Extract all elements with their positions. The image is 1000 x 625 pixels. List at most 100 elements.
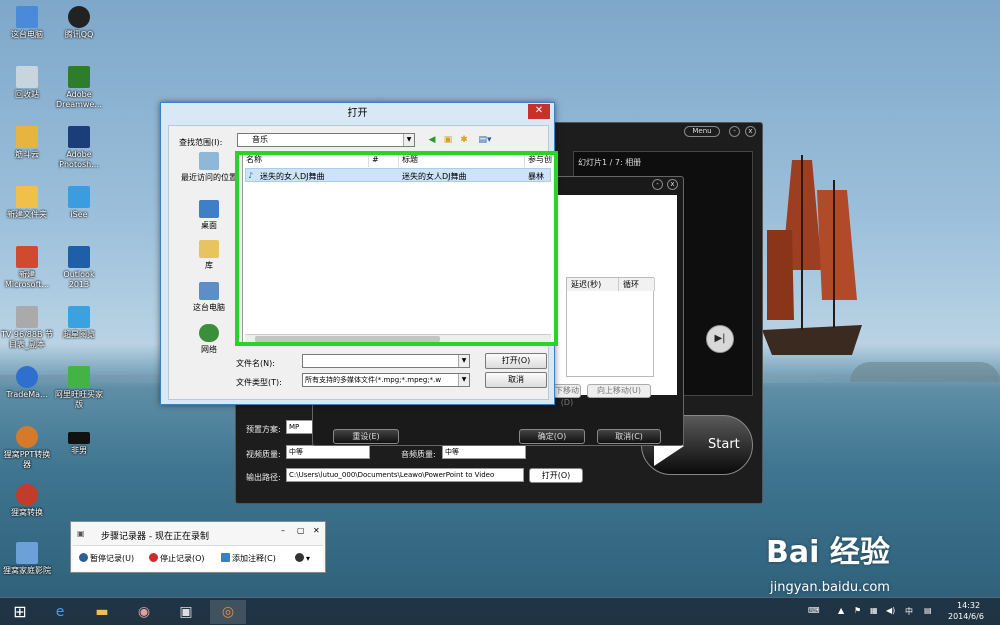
chevron-down-icon: ▼ — [458, 355, 469, 367]
help-button[interactable]: ▾ — [295, 553, 310, 563]
powerpoint-file-icon — [16, 246, 38, 268]
desktop-icon-isee[interactable]: iSee — [52, 186, 106, 220]
image-file-icon — [16, 306, 38, 328]
place-this-pc[interactable]: 这台电脑 — [177, 282, 241, 313]
output-path-field[interactable]: C:\Users\lutuo_000\Documents\Leawo\Power… — [286, 468, 524, 482]
clock-time[interactable]: 14:32 — [957, 601, 980, 610]
open-button[interactable]: 打开(O) — [485, 353, 547, 369]
volume-icon[interactable]: ◀) — [886, 606, 895, 615]
cancel-button[interactable]: 取消 — [485, 372, 547, 388]
desktop-icon-qq[interactable]: 腾讯QQ — [52, 6, 106, 40]
windows-start-icon[interactable]: ⊞ — [2, 600, 38, 624]
audio-quality-select[interactable]: 中等 — [442, 445, 526, 459]
liwo-icon — [16, 426, 38, 448]
place-network[interactable]: 网络 — [177, 324, 241, 355]
reset-button[interactable]: 重设(E) — [333, 429, 399, 444]
chevron-down-icon: ▼ — [403, 134, 414, 146]
desktop-icon-dreamweaver[interactable]: Adobe Dreamwe... — [52, 66, 106, 110]
cancel-button[interactable]: 取消(C) — [597, 429, 661, 444]
paint-icon[interactable]: ◉ — [126, 600, 162, 624]
desktop-icon-chaoxing[interactable]: 超星阅览 — [52, 306, 106, 340]
chaoxing-icon — [68, 306, 90, 328]
video-quality-select[interactable]: 中等 — [286, 445, 370, 459]
dialog-body: 查找范围(I): 音乐 ▼ ◀ ▣ ✱ ▤▾ 最近访问的位置 桌面 库 这台电脑… — [168, 125, 558, 400]
desktop-icon-trademanager[interactable]: TradeMa... — [0, 366, 54, 400]
new-folder-icon[interactable]: ✱ — [457, 134, 471, 146]
view-menu-icon[interactable]: ▤▾ — [475, 134, 495, 146]
liwo-taskbar-icon[interactable]: ◎ — [210, 600, 246, 624]
column-loop[interactable]: 循环 — [619, 278, 655, 291]
desktop-icon-liwo-theater[interactable]: 狸窝家庭影院 — [0, 542, 54, 576]
dialog-title: 打开 — [347, 108, 368, 119]
network-tray-icon[interactable]: ▦ — [870, 606, 878, 615]
inner-close-button[interactable]: x — [667, 179, 678, 190]
place-libraries[interactable]: 库 — [177, 240, 241, 271]
move-down-button[interactable]: 下移动(D) — [553, 384, 581, 407]
add-comment-button[interactable]: 添加注释(C) — [221, 553, 276, 564]
sailboat-image — [762, 155, 862, 355]
desktop-icon-recycle-bin[interactable]: 回收站 — [0, 66, 54, 100]
place-recent[interactable]: 最近访问的位置 — [177, 152, 241, 183]
tray-up-icon[interactable]: ▲ — [838, 606, 844, 615]
output-open-button[interactable]: 打开(O) — [529, 468, 583, 483]
column-delay[interactable]: 延迟(秒) — [567, 278, 619, 291]
desktop-icon-aliwangwang[interactable]: 阿里旺旺买家版 — [52, 366, 106, 410]
recorder-app-icon: ▣ — [77, 529, 85, 538]
skip-next-icon[interactable]: ▶| — [706, 325, 734, 353]
keyboard-icon[interactable]: ⌨ — [808, 606, 820, 615]
aliwangwang-icon — [68, 366, 90, 388]
desktop-icon-ppt-converter[interactable]: 狸窝PPT转换器 — [0, 426, 54, 470]
libraries-icon — [199, 240, 219, 258]
minimize-button[interactable]: - — [729, 126, 740, 137]
clock-date[interactable]: 2014/6/6 — [948, 612, 984, 621]
steps-recorder-taskbar-icon[interactable]: ▣ — [168, 600, 204, 624]
menu-button[interactable]: Menu — [684, 126, 720, 137]
action-center-icon[interactable]: ▤ — [924, 606, 932, 615]
liwo-theater-icon — [16, 542, 38, 564]
desktop-icon-liwo-convert[interactable]: 狸窝转换 — [0, 484, 54, 518]
desktop-icon-new-ms-doc[interactable]: 新建 Microsoft... — [0, 246, 54, 290]
video-quality-label: 视频质量: — [246, 450, 281, 459]
recent-places-icon — [199, 152, 219, 170]
preview-title: 幻灯片1 / 7: 相册 — [578, 158, 642, 167]
desktop-icon-tv-schedule[interactable]: TV 96/88B 节目表_副本 — [0, 306, 54, 350]
comment-icon — [221, 553, 230, 562]
flag-icon[interactable]: ⚑ — [854, 606, 861, 615]
desktop-icon-photoshop[interactable]: Adobe Photosh... — [52, 126, 106, 170]
dialog-close-button[interactable]: ✕ — [528, 104, 550, 119]
up-folder-icon[interactable]: ▣ — [441, 134, 455, 146]
desktop-icon-feinan[interactable]: 非男 — [52, 426, 106, 456]
desktop-icon — [199, 200, 219, 218]
stop-record-button[interactable]: 停止记录(O) — [149, 553, 205, 564]
outlook-icon — [68, 246, 90, 268]
desktop-icon-jindouyun[interactable]: 筋斗云 — [0, 126, 54, 160]
inner-minimize-button[interactable]: - — [652, 179, 663, 190]
close-button[interactable]: x — [745, 126, 756, 137]
back-icon[interactable]: ◀ — [425, 134, 439, 146]
filename-input[interactable]: ▼ — [302, 354, 470, 368]
ok-button[interactable]: 确定(O) — [519, 429, 585, 444]
file-explorer-icon[interactable]: ▬ — [84, 600, 120, 624]
minimize-icon[interactable]: – — [281, 526, 285, 535]
desktop-icon-this-pc[interactable]: 这台电脑 — [0, 6, 54, 40]
desktop-icon-outlook[interactable]: Outlook 2013 — [52, 246, 106, 290]
output-path-label: 输出路径: — [246, 473, 281, 482]
open-file-dialog: 打开 ✕ 查找范围(I): 音乐 ▼ ◀ ▣ ✱ ▤▾ 最近访问的位置 桌面 库… — [160, 102, 558, 405]
liwo-convert-icon — [16, 484, 38, 506]
trademanager-icon — [16, 366, 38, 388]
internet-explorer-icon[interactable]: e — [42, 600, 78, 624]
move-up-button[interactable]: 向上移动(U) — [587, 384, 651, 398]
close-icon[interactable]: ✕ — [313, 526, 320, 535]
help-icon — [295, 553, 304, 562]
lookin-value: 音乐 — [252, 135, 268, 144]
place-desktop[interactable]: 桌面 — [177, 200, 241, 231]
pause-record-button[interactable]: 暂停记录(U) — [79, 553, 134, 564]
stop-icon — [149, 553, 158, 562]
filetype-select[interactable]: 所有支持的多媒体文件(*.mpg;*.mpeg;*.w ▼ — [302, 373, 470, 387]
qq-icon — [68, 6, 90, 28]
desktop-icon-new-folder[interactable]: 新建文件夹 — [0, 186, 54, 220]
ime-indicator[interactable]: 中 — [905, 606, 913, 617]
maximize-icon[interactable]: ▢ — [297, 526, 305, 535]
baidu-url: jingyan.baidu.com — [770, 580, 890, 595]
lookin-select[interactable]: 音乐 ▼ — [237, 133, 415, 147]
